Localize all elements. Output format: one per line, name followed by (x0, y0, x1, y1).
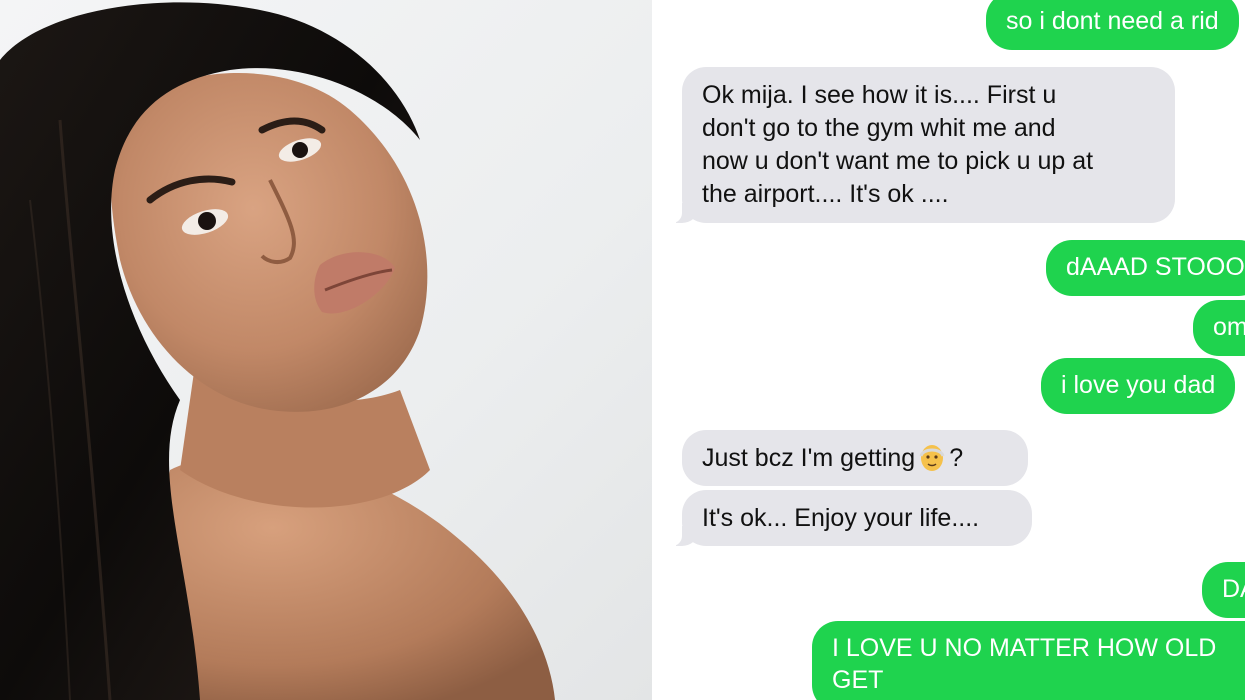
outgoing-message: i love you dad (1041, 358, 1236, 414)
outgoing-message: om (1193, 300, 1245, 356)
outgoing-message: so i dont need a rid (986, 0, 1239, 50)
incoming-message: Just bcz I'm getting ? (682, 430, 1028, 486)
portrait-photo (0, 0, 652, 700)
incoming-message: Ok mija. I see how it is.... First u don… (668, 67, 1175, 223)
portrait-illustration (0, 2, 555, 700)
outgoing-message: I LOVE U NO MATTER HOW OLD GET (812, 621, 1245, 700)
older-man-emoji-icon (919, 445, 945, 471)
message-text: Just bcz I'm getting (702, 444, 916, 472)
message-thread: so i dont need a rid Ok mija. I see how … (652, 0, 1245, 700)
message-text: ? (949, 444, 964, 472)
incoming-message: It's ok... Enjoy your life.... (668, 490, 1032, 546)
outgoing-message: dAAAD STOOO (1046, 240, 1245, 296)
outgoing-message: DA (1202, 562, 1245, 618)
